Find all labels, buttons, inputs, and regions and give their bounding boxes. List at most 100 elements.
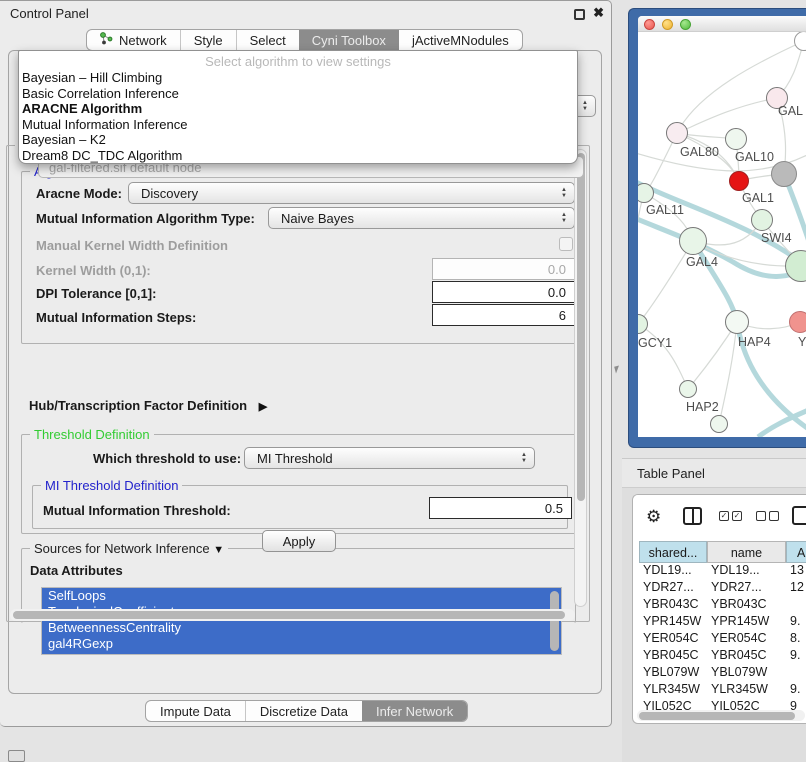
table-row[interactable]: YER054C YER054C 8. — [639, 631, 806, 648]
column-header-partial[interactable]: A — [786, 541, 806, 563]
settings-horizontal-scrollbar-thumb[interactable] — [13, 611, 565, 619]
network-node-label: GCY1 — [638, 336, 672, 350]
table-panel-title: Table Panel — [637, 466, 705, 481]
network-node[interactable] — [725, 310, 749, 334]
list-vertical-scrollbar[interactable] — [550, 591, 559, 651]
tab-style[interactable]: Style — [180, 30, 236, 50]
column-header-shared-name[interactable]: shared... — [639, 541, 707, 563]
kernel-width-field[interactable]: 0.0 — [432, 258, 575, 280]
attribute-list-item[interactable]: gal4RGexp — [42, 636, 561, 652]
mi-threshold-group: MI Threshold Definition Mutual Informati… — [32, 485, 568, 529]
tab-impute-data[interactable]: Impute Data — [146, 701, 245, 721]
top-tabbar: Network Style Select Cyni Toolbox jActiv… — [86, 29, 523, 51]
minimized-panel-icon[interactable] — [8, 750, 25, 762]
data-attributes-list: SelfLoops TopologicalCoefficient Between… — [41, 587, 562, 655]
table-row[interactable]: YLR345W YLR345W 9. — [639, 682, 806, 699]
mi-steps-label: Mutual Information Steps: — [36, 310, 196, 325]
mi-type-combo[interactable]: Naive Bayes ▲▼ — [268, 207, 575, 229]
dpi-tolerance-field[interactable]: 0.0 — [432, 281, 575, 303]
table-row[interactable]: YDR27... YDR27... 12 — [639, 580, 806, 597]
close-window-icon[interactable] — [644, 19, 655, 30]
algorithm-option[interactable]: Bayesian – K2 — [19, 132, 577, 148]
network-canvas[interactable]: GAL GAL80 GAL10 GAL1 — [638, 32, 806, 437]
mi-threshold-label: Mutual Information Threshold: — [43, 503, 231, 518]
attribute-list-item-partial — [42, 652, 561, 655]
network-node[interactable] — [710, 415, 728, 433]
network-node[interactable] — [725, 128, 747, 150]
network-window-titlebar — [638, 16, 806, 32]
tab-select[interactable]: Select — [236, 30, 299, 50]
expand-right-icon: ▶ — [259, 401, 267, 413]
threshold-definition-group: Threshold Definition Which threshold to … — [21, 434, 576, 534]
network-node-label: HAP4 — [738, 335, 771, 349]
algorithm-option-list: Bayesian – Hill Climbing Basic Correlati… — [19, 70, 577, 163]
network-node-label: Y — [798, 335, 806, 349]
network-node[interactable] — [666, 122, 688, 144]
panel-title: Control Panel — [10, 6, 89, 21]
hub-definition-expander[interactable]: Hub/Transcription Factor Definition ▶ — [29, 398, 267, 413]
attribute-list-item[interactable]: SelfLoops — [42, 588, 561, 604]
which-threshold-spinner-icon: ▲▼ — [521, 452, 527, 464]
table-row[interactable]: YDL19... YDL19... 13 — [639, 563, 806, 580]
tab-network[interactable]: Network — [87, 30, 180, 50]
float-panel-icon[interactable] — [574, 9, 585, 20]
gear-icon[interactable]: ⚙ — [646, 507, 661, 527]
close-panel-icon[interactable]: ✖ — [593, 5, 604, 21]
network-node-label: SWI4 — [761, 231, 792, 245]
network-node-label: GAL1 — [742, 191, 774, 205]
apply-button[interactable]: Apply — [262, 530, 336, 552]
combo-spinner-icon: ▲▼ — [582, 100, 588, 112]
table-row[interactable]: YPR145W YPR145W 9. — [639, 614, 806, 631]
manual-kernel-label: Manual Kernel Width Definition — [36, 238, 228, 253]
which-threshold-combo[interactable]: MI Threshold ▲▼ — [244, 447, 535, 469]
minimize-window-icon[interactable] — [662, 19, 673, 30]
network-view-window: GAL GAL80 GAL10 GAL1 — [638, 16, 806, 437]
table-horizontal-scrollbar-thumb[interactable] — [639, 712, 795, 720]
network-node[interactable] — [751, 209, 773, 231]
collapse-down-icon: ▼ — [213, 544, 224, 556]
settings-vertical-scrollbar-track[interactable] — [574, 149, 587, 607]
algorithm-option[interactable]: Dream8 DC_TDC Algorithm — [19, 148, 577, 164]
table-row[interactable]: YBL079W YBL079W — [639, 665, 806, 682]
unchecked-box-icon — [756, 511, 766, 521]
kernel-width-label: Kernel Width (0,1): — [36, 263, 151, 278]
manual-kernel-checkbox[interactable] — [559, 237, 573, 251]
algorithm-option[interactable]: Mutual Information Inference — [19, 117, 577, 133]
tab-jactivemodules[interactable]: jActiveMNodules — [399, 30, 522, 50]
network-node[interactable] — [729, 171, 749, 191]
network-icon — [100, 32, 113, 48]
algorithm-option[interactable]: Bayesian – Hill Climbing — [19, 70, 577, 86]
attribute-list-item[interactable]: BetweennessCentrality — [42, 620, 561, 636]
mouse-cursor — [614, 365, 621, 373]
unchecked-box-icon — [769, 511, 779, 521]
tab-infer-network[interactable]: Infer Network — [362, 701, 467, 721]
table-row[interactable]: YBR043C YBR043C — [639, 597, 806, 614]
network-node[interactable] — [789, 311, 806, 333]
settings-horizontal-scrollbar-track[interactable] — [10, 609, 575, 621]
export-table-icon[interactable] — [792, 506, 806, 525]
mi-threshold-field[interactable]: 0.5 — [429, 497, 572, 519]
network-node[interactable] — [771, 161, 797, 187]
table-toolbar: ⚙ ✓ ✓ — [633, 495, 806, 539]
settings-vertical-scrollbar-thumb[interactable] — [577, 153, 585, 501]
algorithm-option[interactable]: Basic Correlation Inference — [19, 86, 577, 102]
unselect-all-columns-icon[interactable] — [756, 511, 779, 521]
network-node-label: GAL11 — [646, 203, 684, 217]
network-node[interactable] — [679, 227, 707, 255]
mi-steps-field[interactable]: 6 — [432, 304, 575, 326]
select-all-columns-icon[interactable]: ✓ ✓ — [719, 511, 742, 521]
bottom-tabbar: Impute Data Discretize Data Infer Networ… — [145, 700, 468, 722]
table-row[interactable]: YBR045C YBR045C 9. — [639, 648, 806, 665]
algorithm-option[interactable]: ARACNE Algorithm — [19, 101, 577, 117]
mi-threshold-group-title: MI Threshold Definition — [41, 478, 182, 493]
columns-icon[interactable] — [683, 507, 702, 525]
table-horizontal-scrollbar[interactable] — [637, 710, 805, 721]
table-panel-body: ⚙ ✓ ✓ shared... name A YDL19... YDL19... — [622, 488, 806, 762]
tab-discretize-data[interactable]: Discretize Data — [245, 701, 362, 721]
tab-cyni-toolbox[interactable]: Cyni Toolbox — [299, 30, 399, 50]
algorithm-definition-group: Algorithm Definition Aracne Mode: Discov… — [21, 171, 576, 344]
zoom-window-icon[interactable] — [680, 19, 691, 30]
aracne-mode-combo[interactable]: Discovery ▲▼ — [128, 182, 575, 204]
network-node[interactable] — [679, 380, 697, 398]
column-header-name[interactable]: name — [707, 541, 786, 563]
